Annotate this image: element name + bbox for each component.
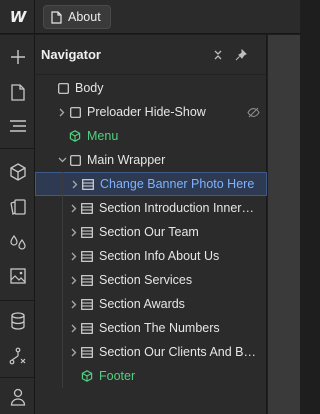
assets-icon[interactable] [0,190,35,224]
chevron-right-icon[interactable] [70,179,80,189]
canvas-area[interactable] [268,35,300,414]
tree-row[interactable]: Section Info About Us [35,244,267,268]
section-icon [82,178,94,190]
top-bar: W About [0,0,300,34]
tree-item-label: Main Wrapper [87,153,166,167]
tree-item-label: Section Our Clients And Big Te... [99,345,257,359]
tree-row[interactable]: Section Introduction Innerpage [35,196,267,220]
collapse-all-icon[interactable] [211,48,225,62]
chevron-right-icon[interactable] [69,203,79,213]
page-icon[interactable] [0,75,35,109]
page-selector-button[interactable]: About [43,5,111,29]
eye-off-icon[interactable] [246,105,260,119]
tree-row-selected[interactable]: Change Banner Photo Here [35,172,267,196]
tree-item-label: Body [75,81,104,95]
chevron-right-icon[interactable] [69,275,79,285]
section-icon [81,202,93,214]
tree-row[interactable]: Preloader Hide-Show [35,100,267,124]
component-icon [81,370,93,382]
page-icon [51,10,62,24]
tree-item-label: Section The Numbers [99,321,220,335]
tree-row[interactable]: Footer [35,364,267,388]
tree-row[interactable]: Section Our Team [35,220,267,244]
image-icon[interactable] [0,259,35,293]
logic-icon[interactable] [0,339,35,373]
page-name: About [68,10,101,24]
section-icon [81,298,93,310]
user-icon[interactable] [0,380,35,414]
left-toolbar [0,35,35,414]
tree-item-label: Preloader Hide-Show [87,105,206,119]
section-icon [81,346,93,358]
navigator-icon[interactable] [0,109,35,143]
tree-row[interactable]: Menu [35,124,267,148]
tree-guide-line [62,172,63,388]
square-icon [57,82,69,94]
components-icon[interactable] [0,155,35,189]
tree-row[interactable]: Section Awards [35,292,267,316]
navigator-header: Navigator [35,35,266,75]
webflow-logo[interactable]: W [0,0,35,34]
square-icon [69,106,81,118]
styles-icon[interactable] [0,225,35,259]
section-icon [81,322,93,334]
logo-text: W [9,8,26,26]
tree-row[interactable]: Main Wrapper [35,148,267,172]
pin-icon[interactable] [234,48,248,62]
chevron-right-icon[interactable] [57,107,67,117]
component-icon [69,130,81,142]
tree-row[interactable]: Section Services [35,268,267,292]
panel-title: Navigator [41,47,101,62]
square-icon [69,154,81,166]
tree-item-label: Section Services [99,273,193,287]
chevron-right-icon[interactable] [69,347,79,357]
add-icon[interactable] [0,40,35,74]
section-icon [81,226,93,238]
tree-item-label: Section Our Team [99,225,199,239]
tree-item-label: Footer [99,369,136,383]
chevron-right-icon[interactable] [69,323,79,333]
tree-item-label: Change Banner Photo Here [100,177,255,191]
section-icon [81,250,93,262]
section-icon [81,274,93,286]
tree-item-label: Section Introduction Innerpage [99,201,257,215]
tree-row[interactable]: Body [35,76,267,100]
chevron-down-icon[interactable] [57,155,67,165]
tree-item-label: Section Awards [99,297,185,311]
chevron-right-icon[interactable] [69,227,79,237]
navigator-panel: Navigator Body Preloader Hide-Show Menu Mai… [35,35,267,414]
cms-icon[interactable] [0,304,35,338]
tree-item-label: Section Info About Us [99,249,220,263]
chevron-right-icon[interactable] [69,251,79,261]
tree-row[interactable]: Section The Numbers [35,316,267,340]
chevron-right-icon[interactable] [69,299,79,309]
tree-item-label: Menu [87,129,119,143]
tree-row[interactable]: Section Our Clients And Big Te... [35,340,267,364]
